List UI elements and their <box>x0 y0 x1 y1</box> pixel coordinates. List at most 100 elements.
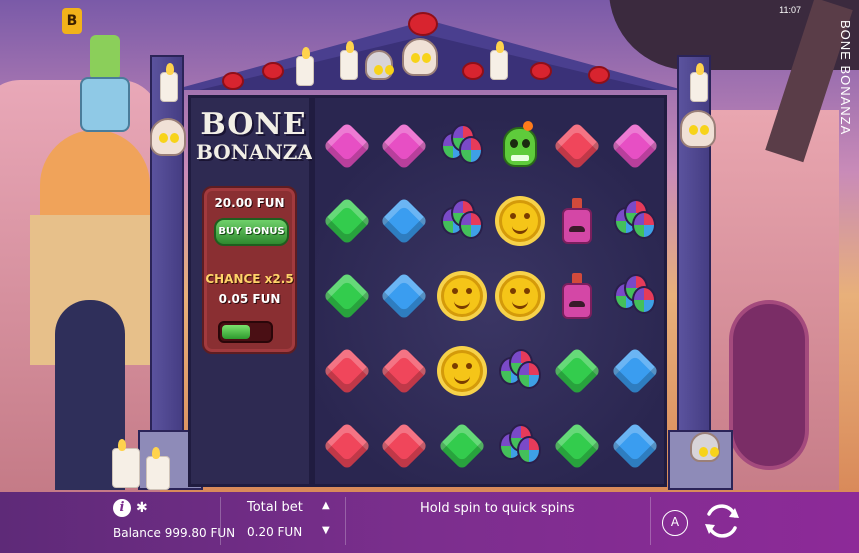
sun-symbol <box>441 274 484 317</box>
candle-decoration <box>296 47 314 86</box>
reel-cell <box>491 333 549 408</box>
reel-cell <box>606 183 664 258</box>
divider <box>220 497 221 545</box>
reel-cell <box>376 108 434 183</box>
reel-cell <box>433 258 491 333</box>
divider <box>650 497 651 545</box>
skull-decoration <box>150 118 186 156</box>
maracas-symbol <box>612 273 658 318</box>
bottle-symbol <box>562 197 593 244</box>
red-gem-symbol <box>380 421 429 470</box>
green-gem-symbol <box>553 346 602 395</box>
reel-cell <box>376 183 434 258</box>
pink-gem-symbol <box>322 121 371 170</box>
rose-decoration <box>262 62 284 80</box>
red-gem-symbol <box>380 346 429 395</box>
maracas-symbol <box>497 348 543 393</box>
rose-decoration <box>588 66 610 84</box>
chance-label: CHANCE x2.5 <box>205 272 294 286</box>
reel-cell <box>549 258 607 333</box>
reel-cell <box>606 108 664 183</box>
reel-cell <box>433 108 491 183</box>
reel-cell <box>606 333 664 408</box>
pink-gem-symbol <box>611 121 660 170</box>
reel-cell <box>318 333 376 408</box>
pink-gem-symbol <box>380 121 429 170</box>
reel-cell <box>376 333 434 408</box>
autoplay-button[interactable]: A <box>662 510 688 536</box>
total-bet-value: 0.20 FUN <box>247 525 303 539</box>
game-title-logo: BONE BONANZA <box>196 107 313 164</box>
green-gem-symbol <box>322 196 371 245</box>
bet-decrease-button[interactable]: ▼ <box>322 525 330 536</box>
reel-cell <box>318 408 376 483</box>
bottle-symbol <box>562 272 593 319</box>
reel-cell <box>549 408 607 483</box>
reel-cell <box>549 333 607 408</box>
game-title-line1: BONE <box>200 107 307 142</box>
skull-decoration <box>365 50 394 80</box>
green-gem-symbol <box>322 271 371 320</box>
reel-cell <box>491 408 549 483</box>
green-gem-symbol <box>553 421 602 470</box>
balance-value: 999.80 FUN <box>164 526 236 540</box>
maracas-symbol <box>439 198 485 243</box>
divider <box>345 497 346 545</box>
reel-cell <box>606 408 664 483</box>
rose-decoration <box>530 62 552 80</box>
chance-toggle-knob <box>222 325 250 339</box>
red-gem-symbol <box>553 121 602 170</box>
reel-cell <box>491 183 549 258</box>
hold-spin-message: Hold spin to quick spins <box>420 501 575 516</box>
spin-arrows-icon <box>707 504 737 538</box>
reel-cell <box>606 258 664 333</box>
rose-decoration <box>462 62 484 80</box>
reel-cell <box>491 258 549 333</box>
skull-decoration <box>690 432 720 462</box>
rose-decoration <box>222 72 244 90</box>
blue-gem-symbol <box>380 271 429 320</box>
spin-button[interactable] <box>699 498 745 544</box>
reel-cell <box>318 258 376 333</box>
reel-cell <box>318 108 376 183</box>
bet-increase-button[interactable]: ▲ <box>322 500 330 511</box>
skull-block <box>80 77 130 132</box>
candle-decoration <box>490 41 508 80</box>
total-bet-label: Total bet <box>247 500 303 515</box>
gear-icon[interactable]: ✱ <box>136 500 148 516</box>
cactus-skull-decoration <box>80 35 130 150</box>
status-clock: 11:07 <box>779 5 801 15</box>
blue-gem-symbol <box>611 346 660 395</box>
reel-cell <box>433 183 491 258</box>
reel-grid <box>318 108 664 483</box>
candle-decoration <box>160 63 178 102</box>
info-icon[interactable]: i <box>113 499 131 517</box>
chance-toggle[interactable] <box>218 321 273 343</box>
reel-cell <box>433 408 491 483</box>
candle-decoration <box>112 439 140 488</box>
bonus-panel: 20.00 FUN BUY BONUS CHANCE x2.5 0.05 FUN <box>202 186 297 354</box>
reel-cell <box>549 108 607 183</box>
candle-decoration <box>690 63 708 102</box>
reel-cell <box>491 108 549 183</box>
cactus-stem <box>90 35 120 80</box>
maracas-symbol <box>612 198 658 243</box>
reel-cell <box>318 183 376 258</box>
candle-decoration <box>146 447 170 490</box>
buy-bonus-button[interactable]: BUY BONUS <box>214 218 289 246</box>
balance-display: Balance 999.80 FUN <box>113 526 235 540</box>
rose-decoration <box>408 12 438 36</box>
blue-gem-symbol <box>611 421 660 470</box>
reel-cell <box>433 333 491 408</box>
brand-logo: B <box>62 8 82 34</box>
blue-gem-symbol <box>380 196 429 245</box>
skull-decoration <box>402 38 438 76</box>
green-gem-symbol <box>438 421 487 470</box>
reel-cell <box>376 258 434 333</box>
sun-symbol <box>441 349 484 392</box>
game-title-line2: BONANZA <box>196 140 313 164</box>
maracas-symbol <box>439 123 485 168</box>
red-gem-symbol <box>322 346 371 395</box>
vertical-game-title: BONE BONANZA <box>838 20 853 136</box>
reel-cell <box>549 183 607 258</box>
